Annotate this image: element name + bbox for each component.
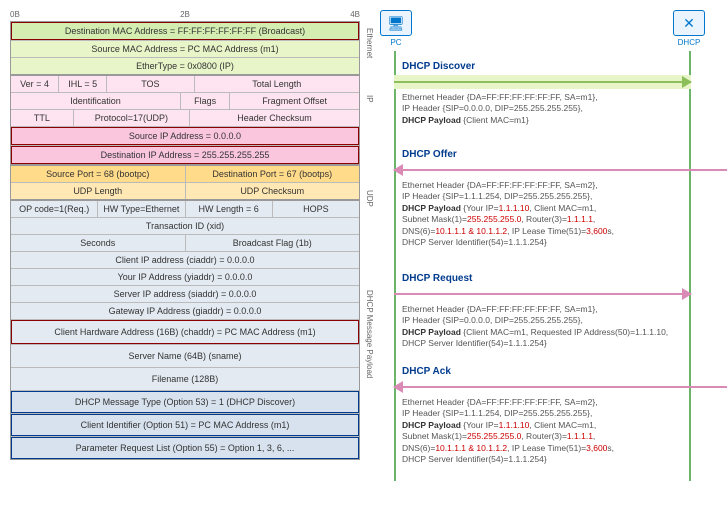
ip-dip: Destination IP Address = 255.255.255.255: [11, 146, 359, 164]
ip-ver: Ver = 4: [11, 76, 59, 92]
ip-flags: Flags: [181, 93, 230, 109]
ip-id: Identification: [11, 93, 181, 109]
ip-tlen: Total Length: [195, 76, 360, 92]
arrow-right-icon: [394, 75, 691, 89]
dhcp-file: Filename (128B): [11, 368, 359, 390]
actor-dhcp-label: DHCP: [669, 38, 709, 47]
msg-offer-body: Ethernet Header {DA=FF:FF:FF:FF:FF:FF, S…: [394, 178, 691, 251]
dhcp-yiaddr: Your IP Address (yiaddr) = 0.0.0.0: [11, 269, 359, 285]
dhcp-xid: Transaction ID (xid): [11, 218, 359, 234]
msg-discover: DHCP Discover Ethernet Header {DA=FF:FF:…: [394, 59, 691, 128]
dhcp-opt53: DHCP Message Type (Option 53) = 1 (DHCP …: [11, 391, 359, 413]
dhcp-chaddr: Client Hardware Address (16B) (chaddr) =…: [11, 320, 359, 344]
msg-offer-title: DHCP Offer: [394, 147, 691, 162]
ip-ihl: IHL = 5: [59, 76, 107, 92]
actor-dhcp: ✕ DHCP: [669, 10, 709, 47]
msg-offer: DHCP Offer Ethernet Header {DA=FF:FF:FF:…: [394, 147, 691, 251]
ethernet-header: Destination MAC Address = FF:FF:FF:FF:FF…: [10, 21, 360, 75]
ip-frag: Fragment Offset: [230, 93, 359, 109]
ip-proto: Protocol=17(UDP): [74, 110, 190, 126]
arrow-right-icon: [394, 287, 691, 301]
ip-ttl: TTL: [11, 110, 74, 126]
msg-ack-body: Ethernet Header {DA=FF:FF:FF:FF:FF:FF, S…: [394, 395, 691, 468]
dhcp-ciaddr: Client IP address (ciaddr) = 0.0.0.0: [11, 252, 359, 268]
pc-icon: 🖥: [380, 10, 412, 36]
udp-dport: Destination Port = 67 (bootps): [186, 166, 360, 182]
actor-pc: 🖥 PC: [376, 10, 416, 47]
dhcp-opt51: Client Identifier (Option 51) = PC MAC A…: [11, 414, 359, 436]
dhcp-payload: OP code=1(Req.) HW Type=Ethernet HW Leng…: [10, 200, 360, 460]
eth-smac: Source MAC Address = PC MAC Address (m1): [11, 41, 359, 57]
dhcp-bflag: Broadcast Flag (1b): [186, 235, 360, 251]
ip-tos: TOS: [107, 76, 194, 92]
msg-request-body: Ethernet Header {DA=FF:FF:FF:FF:FF:FF, S…: [394, 302, 691, 352]
actor-pc-label: PC: [376, 38, 416, 47]
msg-request-title: DHCP Request: [394, 271, 691, 286]
dhcp-hwt: HW Type=Ethernet: [98, 201, 185, 217]
msg-discover-body: Ethernet Header {DA=FF:FF:FF:FF:FF:FF, S…: [394, 90, 691, 128]
eth-ethertype: EtherType = 0x0800 (IP): [11, 58, 359, 74]
byte-ruler: 0B2B4B: [10, 10, 360, 21]
udp-header: Source Port = 68 (bootpc) Destination Po…: [10, 165, 360, 200]
server-icon: ✕: [673, 10, 705, 36]
sequence-diagram: 🖥 PC ✕ DHCP DHCP Discover Ethernet Heade…: [368, 10, 717, 481]
udp-len: UDP Length: [11, 183, 186, 199]
dhcp-hwl: HW Length = 6: [186, 201, 273, 217]
ip-header: Ver = 4 IHL = 5 TOS Total Length Identif…: [10, 75, 360, 165]
msg-ack-title: DHCP Ack: [394, 364, 691, 379]
packet-structure: 0B2B4B Destination MAC Address = FF:FF:F…: [10, 10, 360, 481]
arrow-left-icon: [394, 163, 727, 177]
ip-sip: Source IP Address = 0.0.0.0: [11, 127, 359, 145]
udp-sport: Source Port = 68 (bootpc): [11, 166, 186, 182]
dhcp-op: OP code=1(Req.): [11, 201, 98, 217]
udp-csum: UDP Checksum: [186, 183, 360, 199]
msg-discover-title: DHCP Discover: [394, 59, 691, 74]
dhcp-hops: HOPS: [273, 201, 359, 217]
ip-hcsum: Header Checksum: [190, 110, 359, 126]
dhcp-secs: Seconds: [11, 235, 186, 251]
eth-dmac: Destination MAC Address = FF:FF:FF:FF:FF…: [11, 22, 359, 40]
arrow-left-icon: [394, 380, 727, 394]
msg-request: DHCP Request Ethernet Header {DA=FF:FF:F…: [394, 271, 691, 352]
msg-ack: DHCP Ack Ethernet Header {DA=FF:FF:FF:FF…: [394, 364, 691, 468]
dhcp-opt55: Parameter Request List (Option 55) = Opt…: [11, 437, 359, 459]
dhcp-siaddr: Server IP address (siaddr) = 0.0.0.0: [11, 286, 359, 302]
dhcp-sname: Server Name (64B) (sname): [11, 345, 359, 367]
dhcp-giaddr: Gateway IP Address (giaddr) = 0.0.0.0: [11, 303, 359, 319]
